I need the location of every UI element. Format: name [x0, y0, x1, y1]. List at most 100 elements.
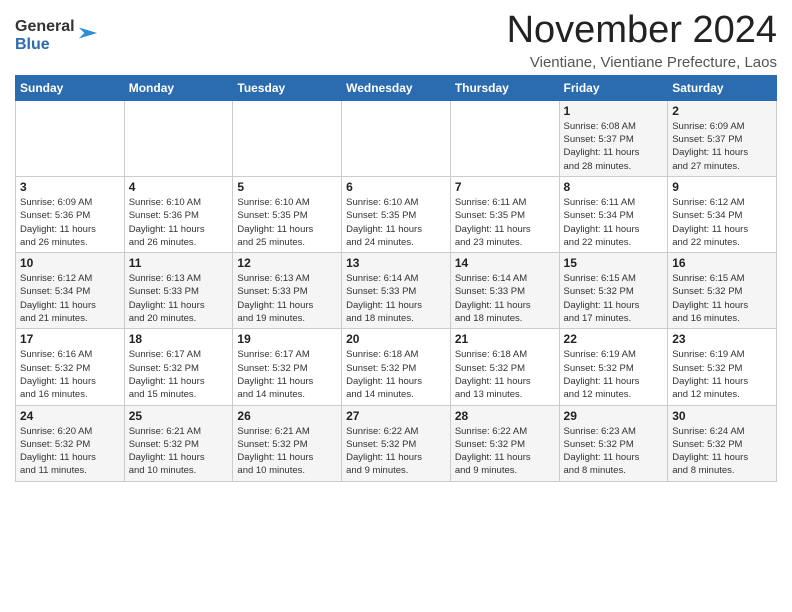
- day-info: Sunrise: 6:21 AMSunset: 5:32 PMDaylight:…: [237, 425, 337, 478]
- logo-blue-text: Blue: [15, 36, 75, 54]
- column-header-thursday: Thursday: [450, 75, 559, 100]
- calendar-cell: [342, 100, 451, 176]
- day-info: Sunrise: 6:09 AMSunset: 5:37 PMDaylight:…: [672, 120, 772, 173]
- calendar-week-row: 17 Sunrise: 6:16 AMSunset: 5:32 PMDayligh…: [16, 329, 777, 405]
- day-info: Sunrise: 6:18 AMSunset: 5:32 PMDaylight:…: [346, 348, 446, 401]
- day-info: Sunrise: 6:19 AMSunset: 5:32 PMDaylight:…: [672, 348, 772, 401]
- day-info: Sunrise: 6:12 AMSunset: 5:34 PMDaylight:…: [20, 272, 120, 325]
- day-info: Sunrise: 6:08 AMSunset: 5:37 PMDaylight:…: [564, 120, 664, 173]
- calendar-cell: 14Sunrise: 6:14 AMSunset: 5:33 PMDayligh…: [450, 253, 559, 329]
- day-number: 10: [20, 256, 120, 270]
- calendar-cell: 23 Sunrise: 6:19 AMSunset: 5:32 PMDayligh…: [668, 329, 777, 405]
- calendar-cell: [233, 100, 342, 176]
- column-header-tuesday: Tuesday: [233, 75, 342, 100]
- day-number: 3: [20, 180, 120, 194]
- logo-arrow-icon: [77, 22, 99, 44]
- day-info: Sunrise: 6:16 AMSunset: 5:32 PMDaylight:…: [20, 348, 120, 401]
- day-number: 30: [672, 409, 772, 423]
- day-number: 6: [346, 180, 446, 194]
- calendar-cell: 29 Sunrise: 6:23 AMSunset: 5:32 PMDayligh…: [559, 405, 668, 481]
- day-info: Sunrise: 6:12 AMSunset: 5:34 PMDaylight:…: [672, 196, 772, 249]
- day-number: 18: [129, 332, 229, 346]
- calendar-cell: 3 Sunrise: 6:09 AMSunset: 5:36 PMDaylight…: [16, 176, 125, 252]
- day-info: Sunrise: 6:17 AMSunset: 5:32 PMDaylight:…: [129, 348, 229, 401]
- page-header: General Blue November 2024 Vientiane, Vi…: [15, 10, 777, 71]
- calendar-cell: [16, 100, 125, 176]
- calendar-cell: 13 Sunrise: 6:14 AMSunset: 5:33 PMDayligh…: [342, 253, 451, 329]
- calendar-cell: [450, 100, 559, 176]
- day-info: Sunrise: 6:10 AMSunset: 5:35 PMDaylight:…: [346, 196, 446, 249]
- day-info: Sunrise: 6:10 AMSunset: 5:36 PMDaylight:…: [129, 196, 229, 249]
- column-header-sunday: Sunday: [16, 75, 125, 100]
- day-info: Sunrise: 6:23 AMSunset: 5:32 PMDaylight:…: [564, 425, 664, 478]
- calendar-cell: 4Sunrise: 6:10 AMSunset: 5:36 PMDaylight…: [124, 176, 233, 252]
- title-area: November 2024 Vientiane, Vientiane Prefe…: [507, 10, 777, 71]
- day-number: 25: [129, 409, 229, 423]
- day-info: Sunrise: 6:18 AMSunset: 5:32 PMDaylight:…: [455, 348, 555, 401]
- day-number: 17: [20, 332, 120, 346]
- calendar-cell: 28 Sunrise: 6:22 AMSunset: 5:32 PMDayligh…: [450, 405, 559, 481]
- day-number: 13: [346, 256, 446, 270]
- day-number: 23: [672, 332, 772, 346]
- calendar-cell: 20 Sunrise: 6:18 AMSunset: 5:32 PMDayligh…: [342, 329, 451, 405]
- day-info: Sunrise: 6:10 AMSunset: 5:35 PMDaylight:…: [237, 196, 337, 249]
- day-number: 15: [564, 256, 664, 270]
- day-info: Sunrise: 6:14 AMSunset: 5:33 PMDaylight:…: [346, 272, 446, 325]
- calendar-cell: 24 Sunrise: 6:20 AMSunset: 5:32 PMDayligh…: [16, 405, 125, 481]
- calendar-cell: 1 Sunrise: 6:08 AMSunset: 5:37 PMDaylight…: [559, 100, 668, 176]
- day-number: 5: [237, 180, 337, 194]
- calendar-cell: 2 Sunrise: 6:09 AMSunset: 5:37 PMDaylight…: [668, 100, 777, 176]
- day-number: 22: [564, 332, 664, 346]
- day-number: 29: [564, 409, 664, 423]
- day-number: 24: [20, 409, 120, 423]
- day-number: 20: [346, 332, 446, 346]
- day-info: Sunrise: 6:13 AMSunset: 5:33 PMDaylight:…: [129, 272, 229, 325]
- logo-general-text: General: [15, 18, 75, 36]
- calendar-week-row: 1 Sunrise: 6:08 AMSunset: 5:37 PMDaylight…: [16, 100, 777, 176]
- calendar-cell: 18 Sunrise: 6:17 AMSunset: 5:32 PMDayligh…: [124, 329, 233, 405]
- calendar-cell: 16 Sunrise: 6:15 AMSunset: 5:32 PMDayligh…: [668, 253, 777, 329]
- day-number: 1: [564, 104, 664, 118]
- day-info: Sunrise: 6:11 AMSunset: 5:35 PMDaylight:…: [455, 196, 555, 249]
- day-number: 11: [129, 256, 229, 270]
- day-number: 28: [455, 409, 555, 423]
- calendar-cell: 10 Sunrise: 6:12 AMSunset: 5:34 PMDayligh…: [16, 253, 125, 329]
- calendar-cell: 22 Sunrise: 6:19 AMSunset: 5:32 PMDayligh…: [559, 329, 668, 405]
- calendar-cell: 25 Sunrise: 6:21 AMSunset: 5:32 PMDayligh…: [124, 405, 233, 481]
- day-info: Sunrise: 6:15 AMSunset: 5:32 PMDaylight:…: [672, 272, 772, 325]
- calendar-cell: [124, 100, 233, 176]
- calendar-cell: 21 Sunrise: 6:18 AMSunset: 5:32 PMDayligh…: [450, 329, 559, 405]
- day-number: 9: [672, 180, 772, 194]
- day-info: Sunrise: 6:22 AMSunset: 5:32 PMDaylight:…: [455, 425, 555, 478]
- calendar-cell: 17 Sunrise: 6:16 AMSunset: 5:32 PMDayligh…: [16, 329, 125, 405]
- calendar-cell: 27Sunrise: 6:22 AMSunset: 5:32 PMDayligh…: [342, 405, 451, 481]
- day-number: 19: [237, 332, 337, 346]
- column-header-saturday: Saturday: [668, 75, 777, 100]
- column-header-monday: Monday: [124, 75, 233, 100]
- day-number: 8: [564, 180, 664, 194]
- calendar-cell: 12Sunrise: 6:13 AMSunset: 5:33 PMDayligh…: [233, 253, 342, 329]
- day-number: 12: [237, 256, 337, 270]
- day-info: Sunrise: 6:15 AMSunset: 5:32 PMDaylight:…: [564, 272, 664, 325]
- day-info: Sunrise: 6:09 AMSunset: 5:36 PMDaylight:…: [20, 196, 120, 249]
- day-number: 2: [672, 104, 772, 118]
- calendar-cell: 9 Sunrise: 6:12 AMSunset: 5:34 PMDaylight…: [668, 176, 777, 252]
- calendar-week-row: 10 Sunrise: 6:12 AMSunset: 5:34 PMDayligh…: [16, 253, 777, 329]
- month-title: November 2024: [507, 10, 777, 52]
- column-header-wednesday: Wednesday: [342, 75, 451, 100]
- location-subtitle: Vientiane, Vientiane Prefecture, Laos: [507, 54, 777, 71]
- day-number: 21: [455, 332, 555, 346]
- day-number: 7: [455, 180, 555, 194]
- day-info: Sunrise: 6:21 AMSunset: 5:32 PMDaylight:…: [129, 425, 229, 478]
- logo: General Blue: [15, 18, 99, 53]
- day-info: Sunrise: 6:22 AMSunset: 5:32 PMDaylight:…: [346, 425, 446, 478]
- calendar-cell: 7 Sunrise: 6:11 AMSunset: 5:35 PMDaylight…: [450, 176, 559, 252]
- calendar-header-row: SundayMondayTuesdayWednesdayThursdayFrid…: [16, 75, 777, 100]
- calendar-week-row: 3 Sunrise: 6:09 AMSunset: 5:36 PMDaylight…: [16, 176, 777, 252]
- day-info: Sunrise: 6:17 AMSunset: 5:32 PMDaylight:…: [237, 348, 337, 401]
- day-number: 26: [237, 409, 337, 423]
- day-info: Sunrise: 6:24 AMSunset: 5:32 PMDaylight:…: [672, 425, 772, 478]
- day-info: Sunrise: 6:19 AMSunset: 5:32 PMDaylight:…: [564, 348, 664, 401]
- day-number: 16: [672, 256, 772, 270]
- day-info: Sunrise: 6:20 AMSunset: 5:32 PMDaylight:…: [20, 425, 120, 478]
